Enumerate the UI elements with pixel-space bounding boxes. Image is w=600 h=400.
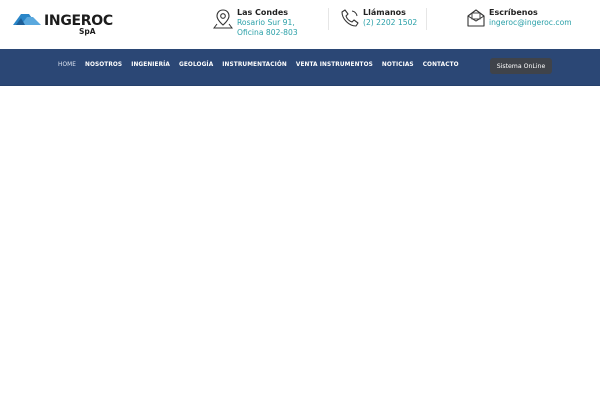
logo-suffix: SpA [79, 27, 96, 36]
ingeroc-logo[interactable]: INGEROC SpA [13, 11, 113, 37]
header-divider [426, 8, 427, 30]
address-detail: Rosario Sur 91, Oficina 802-803 [237, 18, 298, 37]
nav-item-nosotros[interactable]: NOSOTROS [85, 62, 122, 68]
main-menu: HOME NOSOTROS INGENIERÍA GEOLOGÍA INSTRU… [58, 62, 468, 68]
nav-item-instrumentacion[interactable]: INSTRUMENTACIÓN [222, 62, 287, 68]
mountain-logo-icon [13, 14, 41, 25]
phone-title: Llámanos [363, 8, 406, 17]
main-navigation-bar: HOME NOSOTROS INGENIERÍA GEOLOGÍA INSTRU… [0, 49, 600, 86]
phone-icon [341, 9, 359, 27]
header-topbar: INGEROC SpA Las Condes Rosario Sur 91, O… [0, 0, 600, 49]
nav-item-geologia[interactable]: GEOLOGÍA [179, 62, 213, 68]
nav-item-home[interactable]: HOME [58, 62, 76, 68]
phone-detail[interactable]: (2) 2202 1502 [363, 18, 417, 28]
location-pin-icon [213, 9, 233, 29]
address-title: Las Condes [237, 8, 289, 17]
sistema-online-button[interactable]: Sistema OnLine [490, 58, 552, 74]
email-title: Escríbenos [489, 8, 538, 17]
nav-item-contacto[interactable]: CONTACTO [423, 62, 459, 68]
envelope-icon [467, 9, 485, 27]
nav-item-noticias[interactable]: NOTICIAS [382, 62, 414, 68]
nav-item-ingenieria[interactable]: INGENIERÍA [131, 62, 170, 68]
email-link[interactable]: ingeroc@ingeroc.com [489, 18, 572, 28]
header-divider [328, 8, 329, 30]
nav-item-venta-instrumentos[interactable]: VENTA INSTRUMENTOS [296, 62, 373, 68]
